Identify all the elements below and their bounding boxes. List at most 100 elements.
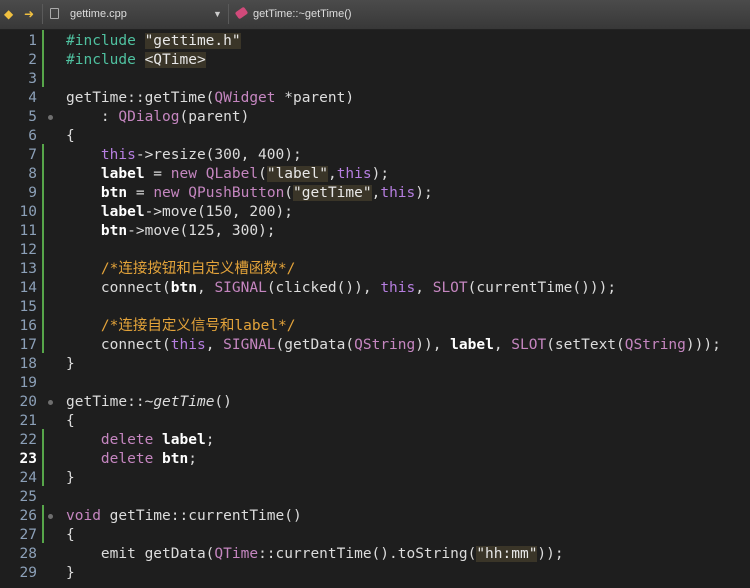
code-token: getTime::~ — [66, 394, 154, 410]
code-token: SLOT — [432, 280, 468, 296]
code-token: /*连接按钮和自定义槽函数*/ — [100, 261, 296, 277]
code-text: #include "gettime.h" — [66, 32, 241, 51]
line-number: 18 — [19, 356, 37, 372]
code-token: ( — [284, 185, 294, 201]
line-number: 3 — [28, 71, 37, 87]
toolbar-divider — [42, 4, 43, 24]
code-token: connect( — [66, 280, 171, 296]
code-text: label = new QLabel("label",this); — [66, 165, 389, 184]
file-name-label[interactable]: gettime.cpp — [70, 6, 127, 22]
code-token: } — [66, 470, 75, 486]
code-line: 6{ — [0, 127, 750, 146]
code-text: #include <QTime> — [66, 51, 206, 70]
code-line: 17 connect(this, SIGNAL(getData(QString)… — [0, 336, 750, 355]
code-token: ))); — [685, 337, 721, 353]
line-number: 28 — [19, 546, 37, 562]
code-token: ( — [258, 166, 267, 182]
code-token: ::currentTime().toString( — [258, 546, 477, 562]
code-token: ->resize(300, 400); — [135, 147, 302, 163]
code-token: this — [380, 280, 416, 296]
code-line: 29} — [0, 564, 750, 583]
code-line: 1 #include "gettime.h" — [0, 32, 750, 51]
line-number: 10 — [19, 204, 37, 220]
code-token: btn — [100, 185, 128, 201]
code-token: "label" — [266, 166, 328, 182]
fold-marker-icon[interactable] — [48, 514, 53, 519]
line-number: 7 — [28, 147, 37, 163]
file-dropdown-chevron-icon[interactable]: ▼ — [213, 6, 222, 22]
code-line: 19 — [0, 374, 750, 393]
code-line: 3 — [0, 70, 750, 89]
code-token: delete — [100, 451, 154, 467]
line-number: 9 — [28, 185, 37, 201]
code-line: 8 label = new QLabel("label",this); — [0, 165, 750, 184]
code-line: 20 getTime::~getTime() — [0, 393, 750, 412]
code-text: delete btn; — [66, 450, 197, 469]
code-token: this — [380, 185, 416, 201]
code-token: new — [153, 185, 180, 201]
code-token: this — [100, 147, 136, 163]
code-line-current: 23 delete btn; — [0, 450, 750, 469]
code-token: SIGNAL — [214, 280, 267, 296]
code-line: 13 /*连接按钮和自定义槽函数*/ — [0, 260, 750, 279]
code-text: emit getData(QTime::currentTime().toStri… — [66, 545, 564, 564]
code-token: emit getData( — [66, 546, 215, 562]
code-token: "getTime" — [293, 185, 372, 201]
line-number: 24 — [19, 470, 37, 486]
code-line: 9 btn = new QPushButton("getTime",this); — [0, 184, 750, 203]
code-token: this — [170, 337, 206, 353]
line-number: 29 — [19, 565, 37, 581]
line-number: 20 — [19, 394, 37, 410]
code-line: 12 — [0, 241, 750, 260]
code-token: connect( — [66, 337, 171, 353]
code-text: /*连接自定义信号和label*/ — [66, 317, 296, 336]
code-token: , — [205, 337, 224, 353]
line-number: 1 — [28, 33, 37, 49]
code-token: , — [493, 337, 512, 353]
line-number: 26 — [19, 508, 37, 524]
code-text: this->resize(300, 400); — [66, 146, 302, 165]
code-token: { — [66, 527, 75, 543]
back-arrow-icon[interactable]: ◆ — [4, 6, 13, 22]
code-token: "gettime.h" — [144, 33, 241, 49]
code-line: 27 { — [0, 526, 750, 545]
code-token: ; — [205, 432, 215, 448]
code-line: 11 btn->move(125, 300); — [0, 222, 750, 241]
code-line: 4 getTime::getTime(QWidget *parent) — [0, 89, 750, 108]
line-number: 23 — [19, 451, 37, 467]
code-token: label — [100, 204, 145, 220]
code-token: ->move(125, 300); — [127, 223, 276, 239]
code-token: QPushButton — [188, 185, 285, 201]
forward-arrow-icon[interactable]: ➜ — [24, 6, 34, 22]
code-line: 7 this->resize(300, 400); — [0, 146, 750, 165]
code-text: { — [66, 526, 75, 545]
code-editor[interactable]: 1 #include "gettime.h" 2 #include <QTime> … — [0, 30, 750, 588]
code-token: *parent) — [275, 90, 355, 106]
code-token: void — [66, 508, 101, 524]
line-number: 5 — [28, 109, 37, 125]
line-number: 4 — [28, 90, 37, 106]
code-line: 10 label->move(150, 200); — [0, 203, 750, 222]
fold-marker-icon[interactable] — [48, 115, 53, 120]
code-token: { — [66, 128, 75, 144]
code-line: 18} — [0, 355, 750, 374]
fold-marker-icon[interactable] — [48, 400, 53, 405]
code-text: connect(btn, SIGNAL(clicked()), this, SL… — [66, 279, 616, 298]
line-number: 13 — [19, 261, 37, 277]
line-number: 22 — [19, 432, 37, 448]
code-text: getTime::getTime(QWidget *parent) — [66, 89, 354, 108]
toolbar-divider — [228, 4, 229, 24]
line-number: 27 — [19, 527, 37, 543]
code-token: , — [327, 166, 337, 182]
symbol-name-label[interactable]: getTime::~getTime() — [253, 6, 352, 22]
line-number: 14 — [19, 280, 37, 296]
code-token: ->move(150, 200); — [144, 204, 293, 220]
code-token: getTime::currentTime() — [100, 508, 302, 524]
code-text: /*连接按钮和自定义槽函数*/ — [66, 260, 295, 279]
code-token: (clicked()), — [266, 280, 381, 296]
code-line: 28 emit getData(QTime::currentTime().toS… — [0, 545, 750, 564]
